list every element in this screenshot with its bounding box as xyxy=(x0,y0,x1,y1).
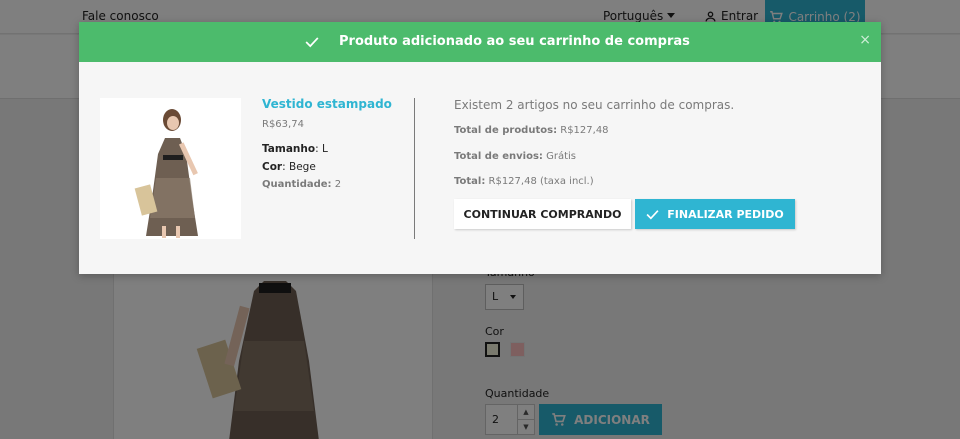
color-attr-label: Cor xyxy=(262,161,283,173)
total-value: R$127,48 (taxa incl.) xyxy=(485,176,594,187)
size-attr-label: Tamanho xyxy=(262,143,316,155)
continue-shopping-label: CONTINUAR COMPRANDO xyxy=(463,207,622,221)
modal-divider xyxy=(414,98,415,239)
quantity-attr-value: 2 xyxy=(331,179,342,190)
checkout-label: FINALIZAR PEDIDO xyxy=(667,207,784,221)
modal-body: Vestido estampado R$63,74 Tamanho: L Cor… xyxy=(79,62,881,274)
product-price: R$63,74 xyxy=(262,119,304,130)
continue-shopping-button[interactable]: CONTINUAR COMPRANDO xyxy=(454,199,631,229)
checkout-button[interactable]: FINALIZAR PEDIDO xyxy=(635,199,795,229)
cart-confirmation-modal: Produto adicionado ao seu carrinho de co… xyxy=(79,22,881,274)
color-attr-value: : Bege xyxy=(282,161,316,173)
product-quantity: Quantidade: 2 xyxy=(262,179,341,190)
modal-header: Produto adicionado ao seu carrinho de co… xyxy=(79,22,881,62)
modal-title: Produto adicionado ao seu carrinho de co… xyxy=(305,34,690,49)
total-line: Total: R$127,48 (taxa incl.) xyxy=(454,176,594,187)
product-thumbnail xyxy=(100,98,241,239)
size-attr-value: : L xyxy=(315,143,328,155)
total-shipping-line: Total de envios: Grátis xyxy=(454,151,576,162)
modal-title-text: Produto adicionado ao seu carrinho de co… xyxy=(339,34,690,49)
check-icon xyxy=(305,36,319,47)
dress-photo xyxy=(100,98,241,239)
total-products-line: Total de produtos: R$127,48 xyxy=(454,125,609,136)
close-icon[interactable]: × xyxy=(859,32,871,48)
product-size: Tamanho: L xyxy=(262,143,328,155)
total-shipping-value: Grátis xyxy=(542,151,576,162)
total-label: Total: xyxy=(454,176,486,187)
quantity-attr-label: Quantidade: xyxy=(262,179,332,190)
total-products-value: R$127,48 xyxy=(557,125,609,136)
cart-count-text: Existem 2 artigos no seu carrinho de com… xyxy=(454,98,735,112)
check-icon xyxy=(646,209,659,219)
product-name: Vestido estampado xyxy=(262,97,392,111)
product-color: Cor: Bege xyxy=(262,161,316,173)
total-shipping-label: Total de envios: xyxy=(454,151,543,162)
total-products-label: Total de produtos: xyxy=(454,125,558,136)
